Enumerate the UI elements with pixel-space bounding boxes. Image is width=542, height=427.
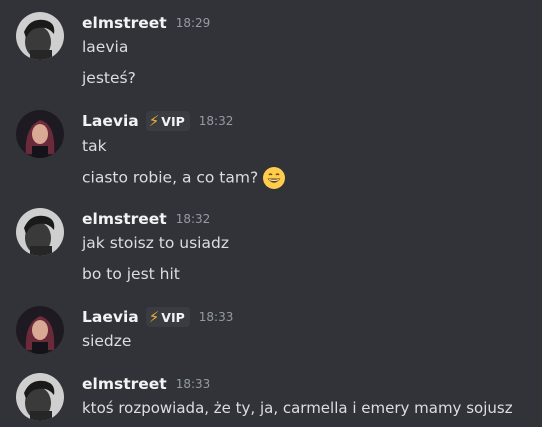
message-text: ktoś rozpowiada, że ty, ja, carmella i e… <box>82 399 513 417</box>
username[interactable]: Laevia <box>82 112 139 130</box>
avatar[interactable] <box>16 12 64 60</box>
avatar[interactable] <box>16 110 64 158</box>
timestamp: 18:33 <box>175 377 211 391</box>
timestamp: 18:32 <box>198 114 234 128</box>
message-text: laevia <box>82 38 129 56</box>
username[interactable]: elmstreet <box>82 375 167 393</box>
vip-badge: ⚡ VIP <box>145 111 190 131</box>
lightning-icon: ⚡ <box>148 112 160 130</box>
message-text: jesteś? <box>82 69 136 87</box>
timestamp: 18:29 <box>175 16 211 30</box>
avatar[interactable] <box>16 373 64 421</box>
message-header: elmstreet 18:29 <box>82 12 210 34</box>
timestamp: 18:33 <box>198 310 234 324</box>
vip-label: VIP <box>161 309 185 325</box>
avatar[interactable] <box>16 208 64 256</box>
message-text: tak <box>82 137 107 155</box>
message-text: siedze <box>82 332 132 350</box>
message-header: elmstreet 18:33 <box>82 373 210 395</box>
lightning-icon: ⚡ <box>148 308 160 326</box>
avatar[interactable] <box>16 306 64 354</box>
username[interactable]: elmstreet <box>82 14 167 32</box>
message-text: bo to jest hit <box>82 265 180 283</box>
message-header: elmstreet 18:32 <box>82 208 210 230</box>
vip-badge: ⚡ VIP <box>145 307 190 327</box>
username[interactable]: elmstreet <box>82 210 167 228</box>
message-header: Laevia ⚡ VIP 18:33 <box>82 306 233 328</box>
message-text: jak stoisz to usiadz <box>82 234 229 252</box>
message-text-with-emoji: ciasto robie, a co tam? <box>82 166 286 190</box>
username[interactable]: Laevia <box>82 308 139 326</box>
message-header: Laevia ⚡ VIP 18:32 <box>82 110 233 132</box>
message-text: ciasto robie, a co tam? <box>82 168 259 187</box>
vip-label: VIP <box>161 113 185 129</box>
timestamp: 18:32 <box>175 212 211 226</box>
grinning-face-emoji[interactable] <box>262 166 286 190</box>
